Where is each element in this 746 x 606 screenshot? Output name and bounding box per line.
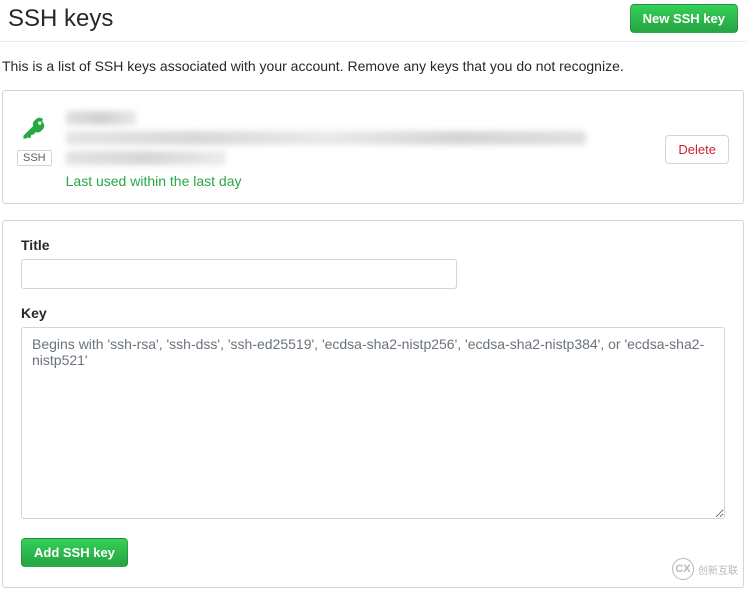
key-textarea[interactable] xyxy=(21,327,725,519)
page-description: This is a list of SSH keys associated wi… xyxy=(0,42,746,90)
delete-key-button[interactable]: Delete xyxy=(665,135,729,164)
key-last-used: Last used within the last day xyxy=(66,173,656,189)
ssh-key-list: SSH Last used within the last day Delete xyxy=(2,90,744,204)
add-ssh-key-button[interactable]: Add SSH key xyxy=(21,538,128,567)
watermark-text: 创新互联 xyxy=(698,562,738,577)
title-label: Title xyxy=(21,237,725,253)
key-added-redacted xyxy=(66,151,226,165)
title-input[interactable] xyxy=(21,259,457,289)
watermark-logo: CX xyxy=(672,558,694,580)
key-fingerprint-redacted xyxy=(66,131,586,145)
add-key-form: Title Key Add SSH key xyxy=(2,220,744,588)
page-title: SSH keys xyxy=(8,5,113,33)
watermark: CX 创新互联 xyxy=(672,558,738,580)
key-icon xyxy=(21,115,47,144)
key-label: Key xyxy=(21,305,725,321)
ssh-badge: SSH xyxy=(17,150,52,166)
new-ssh-key-button[interactable]: New SSH key xyxy=(630,4,738,33)
ssh-key-item: SSH Last used within the last day Delete xyxy=(17,111,729,189)
key-name-redacted xyxy=(66,111,136,125)
